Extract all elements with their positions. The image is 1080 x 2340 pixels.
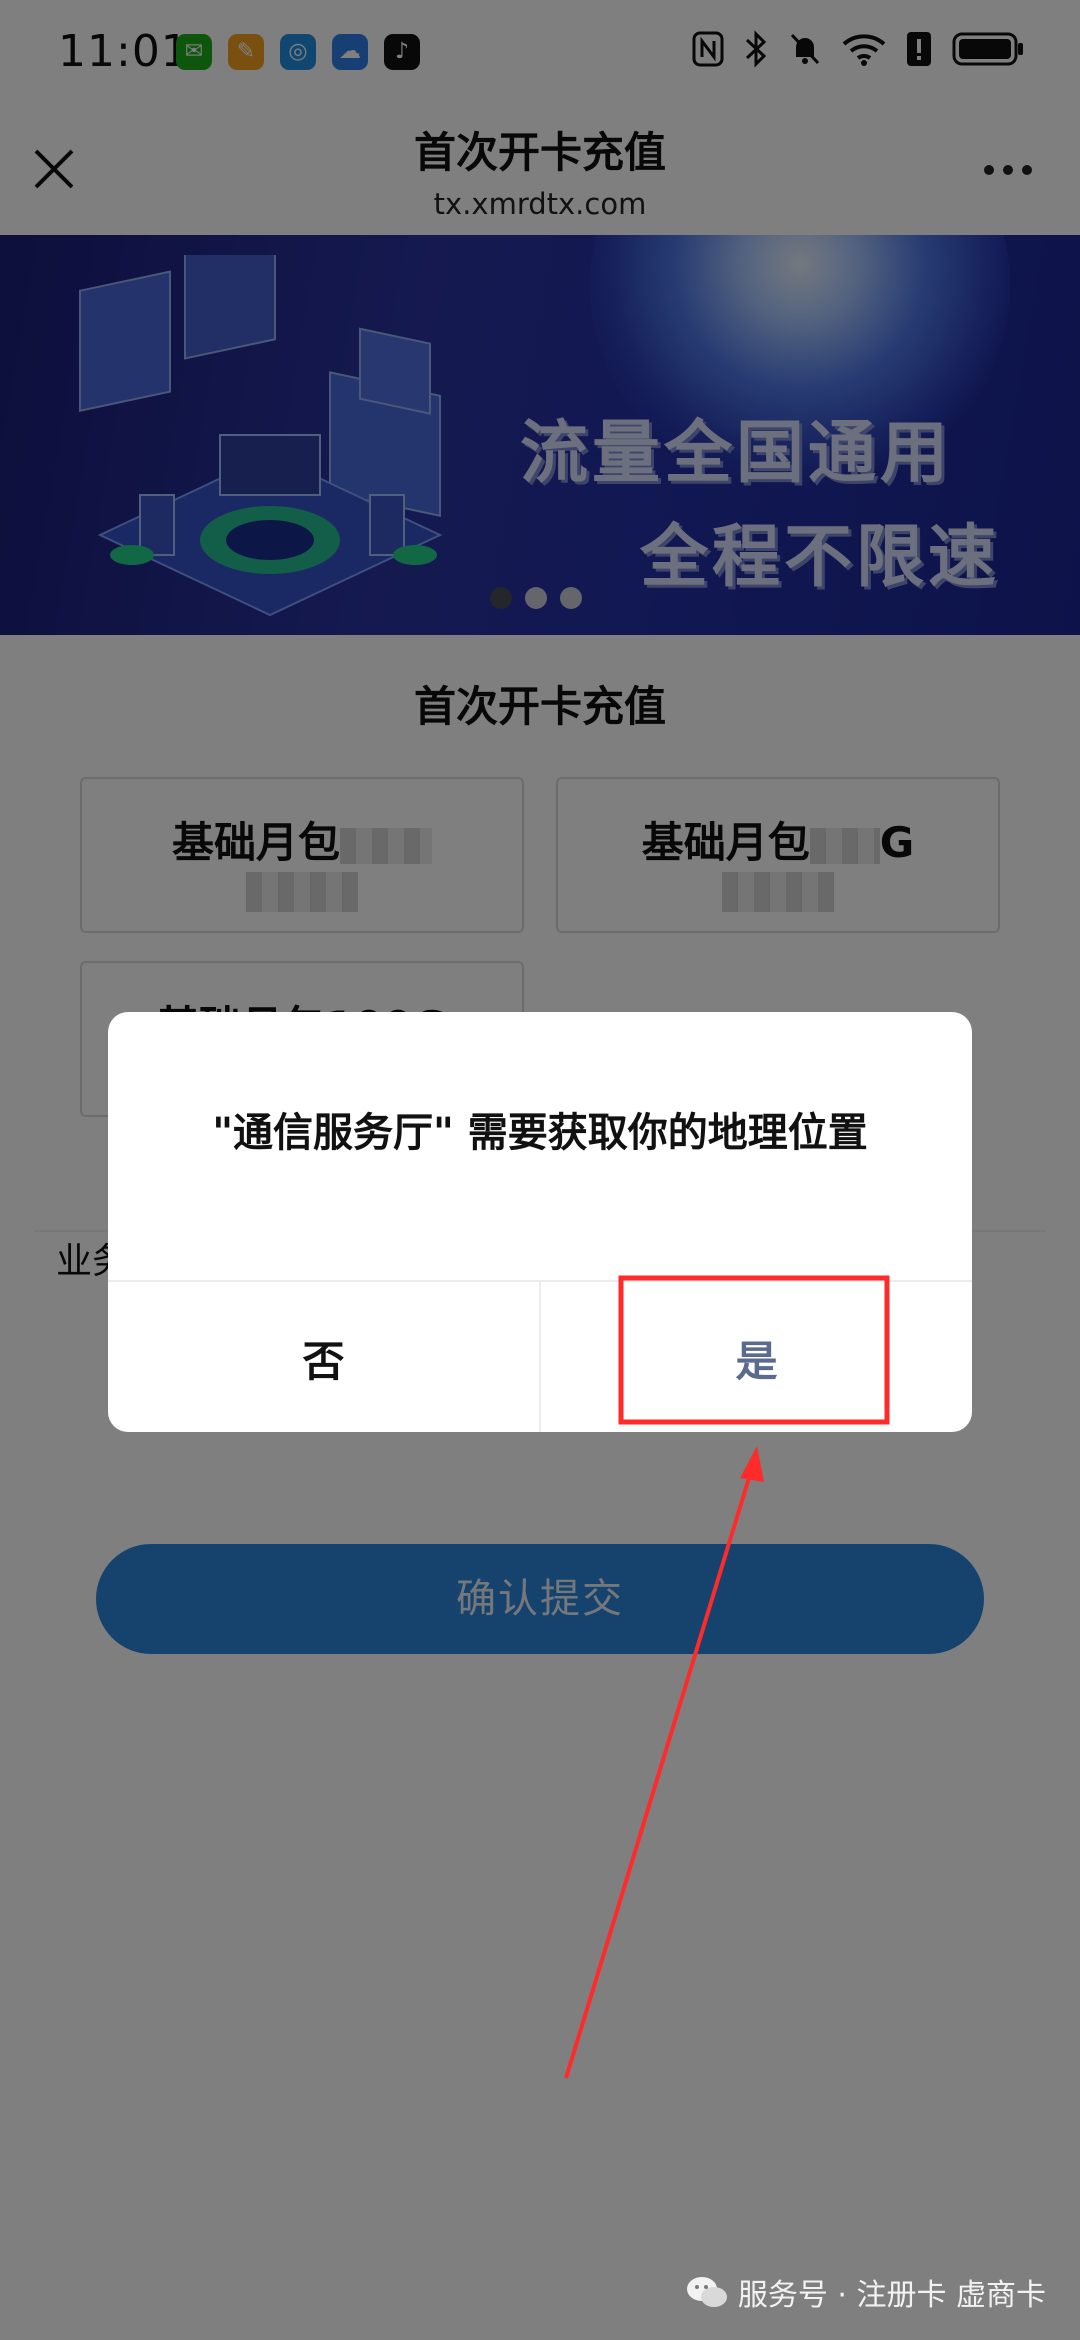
dialog-message: "通信服务厅" 需要获取你的地理位置 <box>212 1110 868 1156</box>
deny-button[interactable]: 否 <box>108 1282 541 1432</box>
location-permission-dialog: "通信服务厅" 需要获取你的地理位置 否 是 <box>108 1012 972 1432</box>
watermark: 服务号 · 注册卡 虚商卡 <box>686 2270 1046 2314</box>
dialog-actions: 否 是 <box>108 1280 972 1432</box>
watermark-text: 服务号 · 注册卡 虚商卡 <box>737 2278 1046 2313</box>
allow-button[interactable]: 是 <box>541 1282 972 1432</box>
wechat-icon <box>686 2277 727 2307</box>
